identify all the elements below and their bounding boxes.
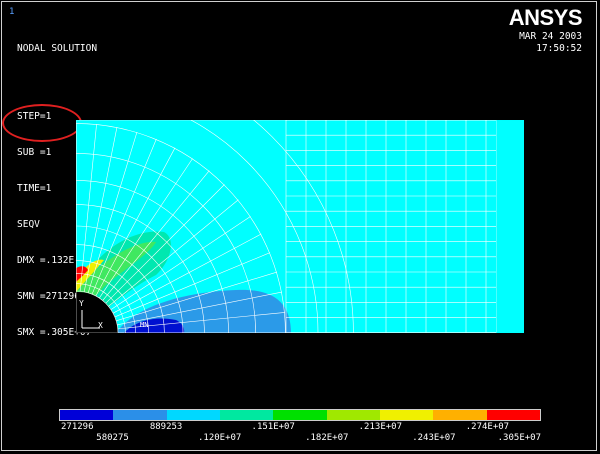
legend-label-top: .213E+07: [358, 422, 402, 432]
axis-y-label: Y: [79, 299, 84, 308]
timestamp: MAR 24 2003 17:50:52: [519, 31, 582, 55]
color-legend-bar: [59, 409, 541, 421]
legend-label-top: .274E+07: [465, 422, 510, 432]
legend-label-bottom: .305E+07: [497, 433, 541, 443]
highlight-oval: [2, 104, 82, 142]
date-label: MAR 24 2003: [519, 31, 582, 42]
legend-label-bottom: .182E+07: [305, 433, 349, 443]
legend-swatch: [326, 410, 380, 420]
legend-swatch: [219, 410, 274, 420]
time-stamp-label: 17:50:52: [536, 43, 582, 54]
legend-swatch: [379, 410, 434, 420]
window-number: 1: [9, 7, 15, 17]
legend-swatch: [433, 410, 487, 420]
legend-label-bottom: .120E+07: [197, 433, 242, 443]
legend-swatch: [273, 410, 327, 420]
contour-plot[interactable]: Y X MN: [76, 120, 524, 333]
color-legend-labels: 271296 580275 889253 .120E+07 .151E+07 .182E+…: [59, 422, 541, 446]
axis-x-label: X: [98, 321, 103, 330]
legend-swatch: [166, 410, 220, 420]
solution-title: NODAL SOLUTION: [17, 43, 98, 54]
legend-swatch: [60, 410, 114, 420]
legend-label-top: 271296: [61, 422, 94, 432]
legend-label-top: .151E+07: [251, 422, 295, 432]
legend-swatch: [486, 410, 540, 420]
legend-label-top: 889253: [149, 422, 183, 432]
ansys-logo: ANSYS: [508, 5, 583, 30]
legend-swatch: [113, 410, 167, 420]
mn-marker: MN: [140, 321, 148, 329]
legend-label-bottom: 580275: [96, 433, 129, 443]
legend-label-bottom: .243E+07: [412, 433, 456, 443]
